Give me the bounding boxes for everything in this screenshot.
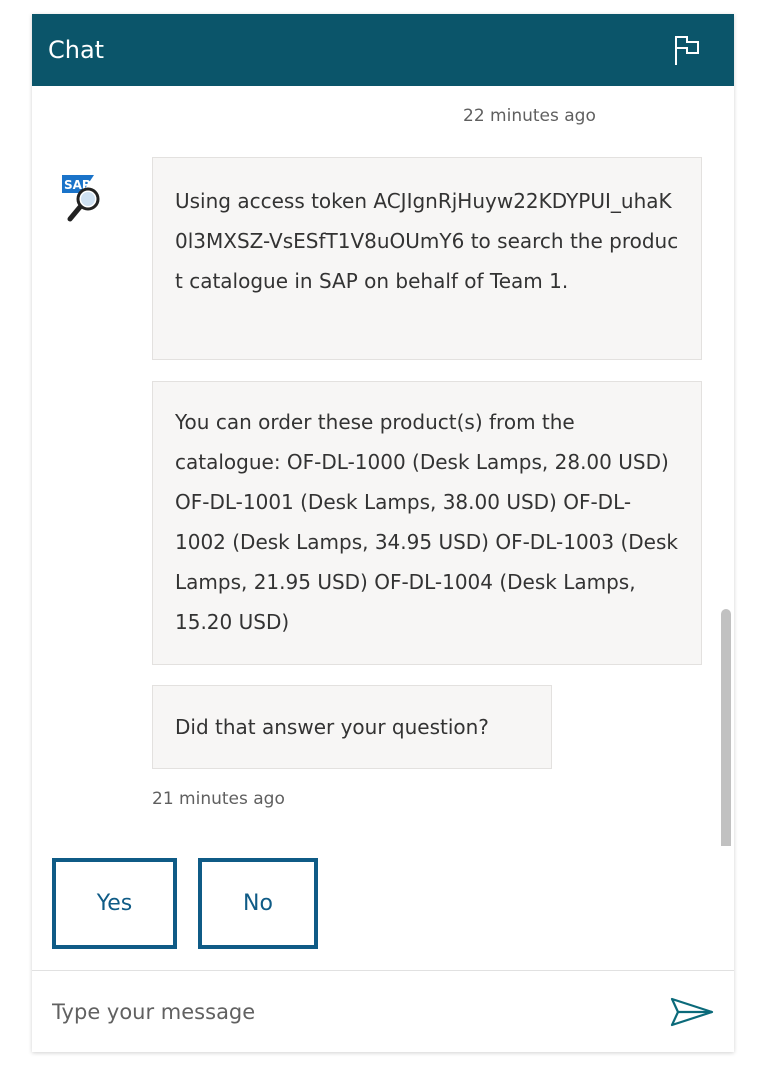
bot-avatar: SAP	[60, 171, 112, 229]
message-timestamp: 22 minutes ago	[463, 106, 596, 126]
message-composer	[32, 970, 734, 1052]
chat-header: Chat	[32, 14, 734, 86]
suggested-actions: Yes No	[52, 858, 318, 949]
send-button[interactable]	[668, 992, 716, 1032]
no-button[interactable]: No	[198, 858, 318, 949]
yes-button[interactable]: Yes	[52, 858, 177, 949]
bot-message-bubble: Using access token ACJIgnRjHuyw22KDYPUI_…	[152, 157, 702, 360]
sap-search-avatar-icon: SAP	[62, 175, 100, 222]
flag-icon	[675, 36, 699, 65]
message-timestamp: 21 minutes ago	[152, 789, 285, 809]
bot-message-bubble: Did that answer your question?	[152, 685, 552, 769]
bot-message-bubble: You can order these product(s) from the …	[152, 381, 702, 665]
message-input[interactable]	[52, 999, 668, 1024]
send-icon	[670, 997, 714, 1026]
chat-title: Chat	[48, 36, 105, 64]
chat-transcript[interactable]: 22 minutes ago SAP Using access token AC…	[32, 86, 734, 846]
flag-button[interactable]	[672, 33, 702, 67]
transcript-scrollbar[interactable]	[721, 609, 731, 846]
chat-window: Chat 22 minutes ago SAP Using access tok…	[32, 14, 734, 1052]
